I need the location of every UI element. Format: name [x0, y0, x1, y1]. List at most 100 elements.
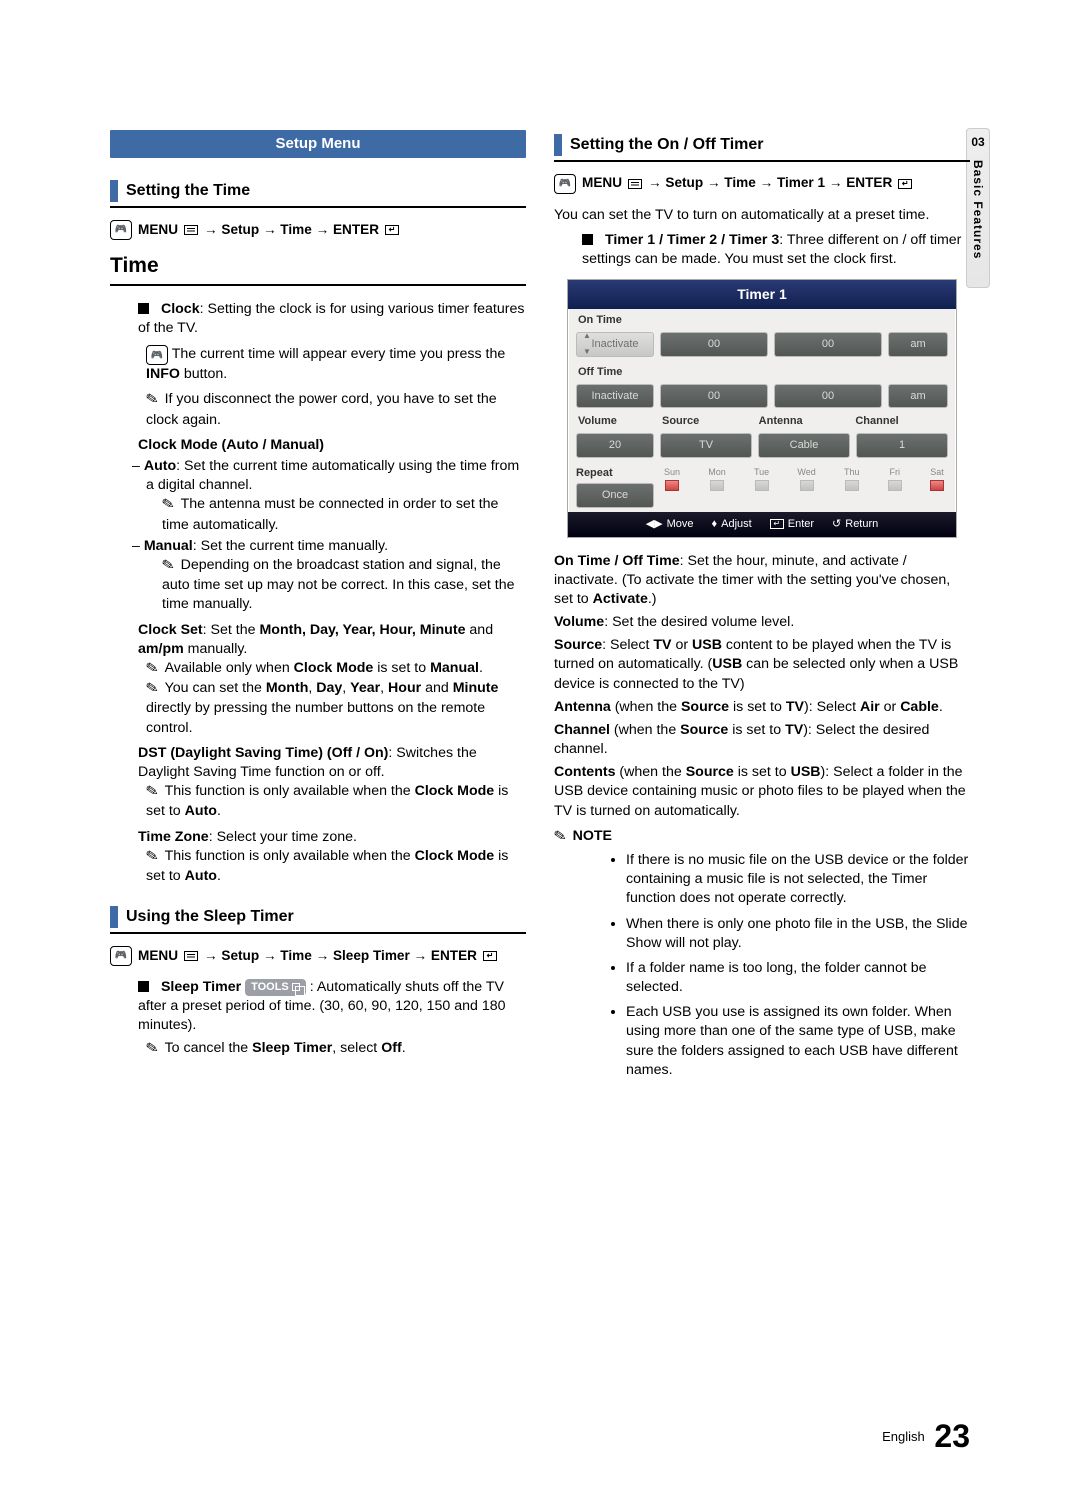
osd-antenna-value[interactable]: Cable	[758, 433, 850, 458]
auto-antenna-note: ✎The antenna must be connected in order …	[110, 495, 526, 534]
osd-on-activate[interactable]: ▲ Inactivate ▼	[576, 332, 654, 357]
note-item: Each USB you use is assigned its own fol…	[626, 1003, 970, 1080]
enter-icon	[898, 179, 912, 189]
chapter-number: 03	[971, 134, 984, 150]
menu-icon	[184, 951, 198, 961]
osd-repeat-label: Repeat	[576, 466, 654, 483]
up-arrow-icon: ▲	[583, 331, 591, 342]
page-number: 23	[934, 1418, 970, 1454]
note-hand-icon: ✎	[144, 781, 160, 803]
contents-para: Contents (when the Source is set to USB)…	[554, 763, 970, 821]
section-onoff-timer: Setting the On / Off Timer	[554, 130, 970, 162]
osd-return: ↺ Return	[832, 517, 878, 532]
note-hand-icon: ✎	[144, 846, 160, 868]
osd-adjust: ♦ Adjust	[712, 517, 752, 532]
square-bullet-icon	[138, 981, 149, 992]
osd-source-value[interactable]: TV	[660, 433, 752, 458]
osd-repeat-value[interactable]: Once	[576, 483, 654, 508]
tools-icon	[292, 983, 300, 991]
source-para: Source: Select TV or USB content to be p…	[554, 636, 970, 694]
note-hand-icon: ✎	[552, 826, 568, 848]
preset-intro: You can set the TV to turn on automatica…	[554, 206, 970, 225]
clock-mode-manual: Manual: Set the current time manually.	[110, 537, 526, 556]
clock-item: Clock: Setting the clock is for using va…	[110, 300, 526, 886]
note-item: If there is no music file on the USB dev…	[626, 851, 970, 909]
day-mon[interactable]: Mon	[708, 466, 726, 491]
osd-timer1: Timer 1 On Time ▲ Inactivate ▼ 00 00 am …	[567, 279, 957, 537]
note-hand-icon: ✎	[144, 1038, 160, 1060]
note-hand-icon: ✎	[160, 494, 176, 516]
osd-on-time-label: On Time	[568, 309, 956, 328]
osd-channel-value[interactable]: 1	[856, 433, 948, 458]
clock-set-note2: ✎You can set the Month, Day, Year, Hour …	[110, 679, 526, 738]
osd-antenna-label: Antenna	[759, 414, 850, 429]
osd-off-activate[interactable]: Inactivate	[576, 384, 654, 409]
time-zone: Time Zone: Select your time zone.	[110, 828, 526, 847]
day-thu[interactable]: Thu	[844, 466, 860, 491]
square-bullet-icon	[582, 234, 593, 245]
note-block: ✎NOTE If there is no music file on the U…	[554, 827, 970, 1080]
menu-button-icon: 🎮	[146, 345, 168, 365]
sleep-timer-item: Sleep Timer TOOLS : Automatically shuts …	[110, 978, 526, 1036]
menu-icon	[628, 179, 642, 189]
osd-enter: Enter	[770, 517, 814, 532]
menu-path-time: 🎮 MENU → Setup → Time → ENTER	[110, 220, 526, 240]
osd-off-hour[interactable]: 00	[660, 384, 768, 409]
square-bullet-icon	[138, 303, 149, 314]
timers-item: Timer 1 / Timer 2 / Timer 3: Three diffe…	[554, 231, 970, 269]
section-sleep-timer: Using the Sleep Timer	[110, 902, 526, 934]
dst-note: ✎This function is only available when th…	[110, 782, 526, 821]
section-setting-the-time: Setting the Time	[110, 176, 526, 208]
osd-off-ampm[interactable]: am	[888, 384, 948, 409]
day-sat[interactable]: Sat	[930, 466, 944, 491]
osd-volume-value[interactable]: 20	[576, 433, 654, 458]
osd-volume-label: Volume	[578, 414, 656, 429]
day-fri[interactable]: Fri	[888, 466, 902, 491]
enter-icon	[385, 225, 399, 235]
menu-icon	[184, 225, 198, 235]
page-footer: English 23	[882, 1415, 970, 1458]
note-hand-icon: ✎	[144, 390, 160, 412]
menu-button-icon: 🎮	[554, 174, 576, 194]
enter-icon	[770, 519, 784, 529]
note-hand-icon: ✎	[160, 555, 176, 577]
menu-path-timer1: 🎮 MENU → Setup → Time → Timer 1 → ENTER	[554, 174, 970, 194]
time-heading: Time	[110, 252, 526, 286]
language-label: English	[882, 1429, 925, 1444]
osd-on-minute[interactable]: 00	[774, 332, 882, 357]
left-column: Setup Menu Setting the Time 🎮 MENU → Set…	[110, 130, 526, 1086]
manual-note: ✎Depending on the broadcast station and …	[110, 556, 526, 615]
osd-on-hour[interactable]: 00	[660, 332, 768, 357]
volume-para: Volume: Set the desired volume level.	[554, 613, 970, 632]
clock-set-note1: ✎Available only when Clock Mode is set t…	[110, 659, 526, 679]
osd-on-ampm[interactable]: am	[888, 332, 948, 357]
menu-button-icon: 🎮	[110, 946, 132, 966]
osd-repeat-days: Sun Mon Tue Wed Thu Fri Sat	[660, 466, 948, 491]
osd-move: ◀▶ Move	[646, 517, 694, 532]
day-sun[interactable]: Sun	[664, 466, 680, 491]
dst: DST (Daylight Saving Time) (Off / On): S…	[110, 744, 526, 782]
onoff-time-para: On Time / Off Time: Set the hour, minute…	[554, 552, 970, 610]
enter-icon	[483, 951, 497, 961]
note-item: If a folder name is too long, the folder…	[626, 959, 970, 997]
clock-mode-auto: Auto: Set the current time automatically…	[110, 457, 526, 495]
day-tue[interactable]: Tue	[754, 466, 769, 491]
osd-source-label: Source	[662, 414, 753, 429]
right-column: Setting the On / Off Timer 🎮 MENU → Setu…	[554, 130, 970, 1086]
setup-menu-heading: Setup Menu	[110, 130, 526, 158]
tools-pill: TOOLS	[245, 979, 306, 996]
down-arrow-icon: ▼	[583, 347, 591, 358]
clock-set: Clock Set: Set the Month, Day, Year, Hou…	[110, 621, 526, 659]
note-item: When there is only one photo file in the…	[626, 915, 970, 953]
osd-channel-label: Channel	[855, 414, 946, 429]
note-hand-icon: ✎	[144, 658, 160, 680]
osd-off-minute[interactable]: 00	[774, 384, 882, 409]
time-zone-note: ✎This function is only available when th…	[110, 847, 526, 886]
chapter-label: Basic Features	[970, 160, 986, 259]
day-wed[interactable]: Wed	[797, 466, 815, 491]
osd-title: Timer 1	[568, 280, 956, 309]
antenna-para: Antenna (when the Source is set to TV): …	[554, 698, 970, 717]
menu-button-icon: 🎮	[110, 220, 132, 240]
osd-footer: ◀▶ Move ♦ Adjust Enter ↺ Return	[568, 512, 956, 537]
channel-para: Channel (when the Source is set to TV): …	[554, 721, 970, 759]
